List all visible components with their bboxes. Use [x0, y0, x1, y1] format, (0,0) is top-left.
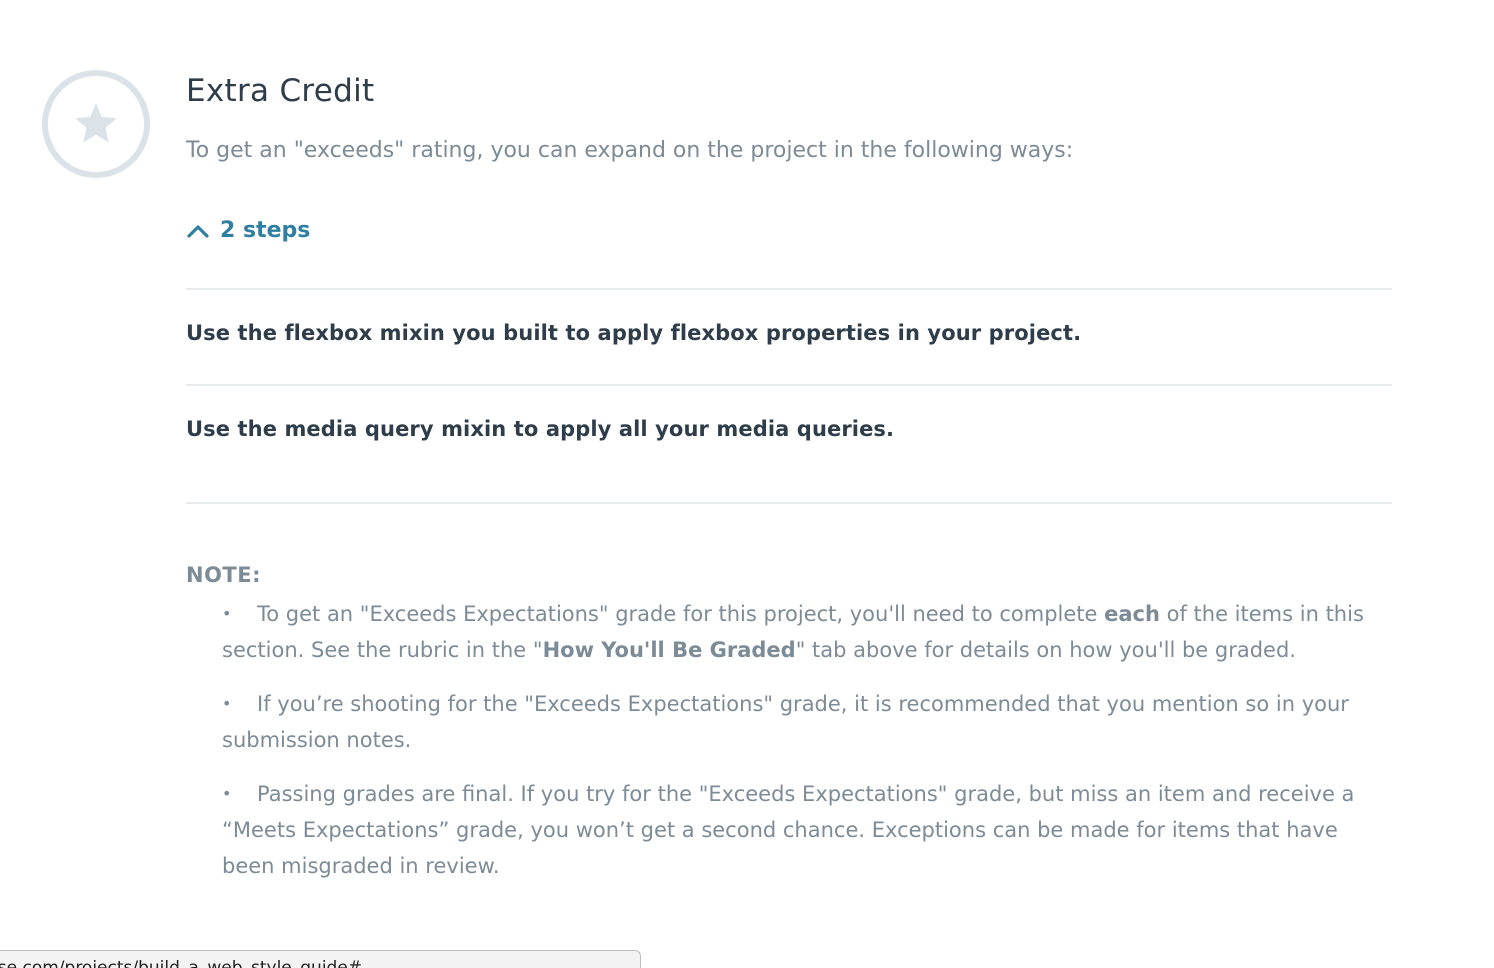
note-item-3: • Passing grades are final. If you try fo…: [222, 776, 1392, 884]
note-text: " tab above for details on how you'll be…: [795, 638, 1296, 662]
step-item-1: Use the flexbox mixin you built to apply…: [186, 321, 1082, 345]
browser-status-bar: use.com/projects/build_a_web_style_guide…: [0, 950, 641, 968]
note-heading: NOTE:: [186, 563, 261, 587]
bullet: •: [222, 604, 232, 623]
note-list: • To get an "Exceeds Expectations" grade …: [222, 596, 1392, 902]
bullet: •: [222, 784, 232, 803]
section-title: Extra Credit: [186, 73, 375, 109]
divider: [186, 384, 1392, 386]
note-item-2: • If you’re shooting for the "Exceeds Exp…: [222, 686, 1392, 758]
star-icon: [75, 103, 117, 143]
note-text: To get an "Exceeds Expectations" grade f…: [257, 602, 1105, 626]
how-youll-be-graded-reference: How You'll Be Graded: [542, 638, 796, 662]
chevron-up-icon: [187, 225, 209, 238]
page: Extra Credit To get an "exceeds" rating,…: [0, 0, 1494, 968]
divider: [186, 502, 1392, 504]
note-item-1: • To get an "Exceeds Expectations" grade …: [222, 596, 1392, 668]
note-text: Passing grades are final. If you try for…: [222, 782, 1355, 878]
step-item-2: Use the media query mixin to apply all y…: [186, 417, 895, 441]
extra-credit-badge: [42, 70, 150, 178]
note-emphasis: each: [1104, 602, 1160, 626]
steps-toggle-button[interactable]: 2 steps: [186, 214, 310, 248]
divider: [186, 288, 1392, 290]
status-url: use.com/projects/build_a_web_style_guide…: [0, 958, 363, 968]
steps-count-label: 2 steps: [220, 218, 311, 243]
note-text: If you’re shooting for the "Exceeds Expe…: [222, 692, 1349, 752]
section-subtitle: To get an "exceeds" rating, you can expa…: [186, 138, 1074, 163]
bullet: •: [222, 694, 232, 713]
